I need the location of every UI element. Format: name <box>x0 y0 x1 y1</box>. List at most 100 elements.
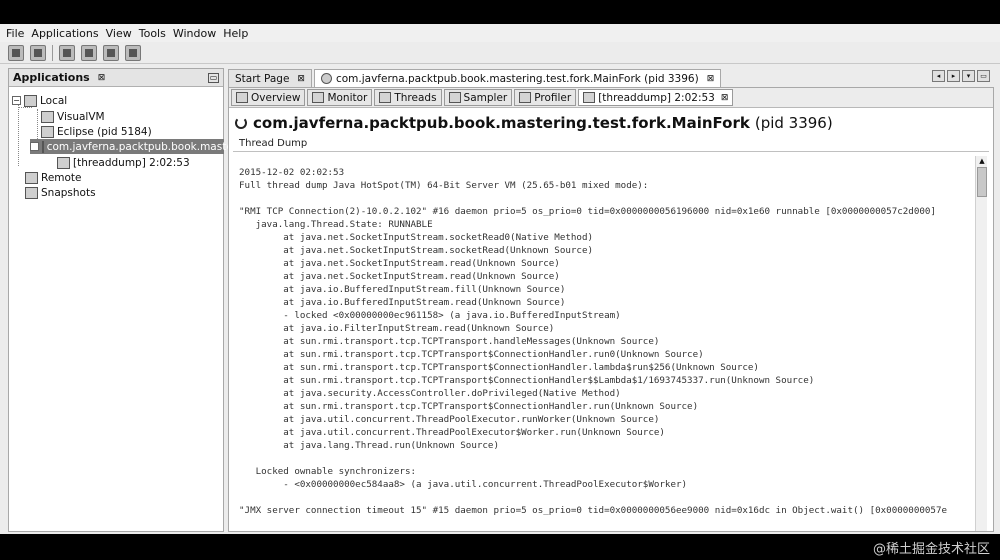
tab-threads[interactable]: Threads <box>374 89 442 106</box>
tree-item-eclipse[interactable]: Eclipse (pid 5184) <box>41 124 152 139</box>
tab-overview[interactable]: Overview <box>231 89 306 106</box>
document-tabs: Start Page ⊠ com.javferna.packtpub.book.… <box>228 68 994 87</box>
tab-label: Monitor <box>327 91 368 104</box>
close-icon[interactable]: ⊠ <box>721 93 729 103</box>
thread-dump-line: "RMI TCP Connection(2)-10.0.2.102" #16 d… <box>239 206 936 217</box>
tree-item-label: Eclipse (pid 5184) <box>57 125 152 138</box>
menu-view[interactable]: View <box>106 27 132 40</box>
add-jmx-icon[interactable] <box>81 44 97 61</box>
visualvm-window: File Applications View Tools Window Help… <box>0 24 1000 534</box>
thread-dump-line: "JMX server connection timeout 15" #15 d… <box>239 505 948 516</box>
computer-icon <box>24 94 37 107</box>
tree-item-local[interactable]: − Local <box>12 93 67 108</box>
toolbar <box>0 42 1000 64</box>
menu-file[interactable]: File <box>6 27 24 40</box>
sampler-icon <box>448 92 461 103</box>
vertical-scrollbar[interactable]: ▲ <box>975 156 987 531</box>
page-title: com.javferna.packtpub.book.mastering.tes… <box>235 114 833 132</box>
collapse-icon[interactable]: − <box>12 96 21 105</box>
maximize-icon[interactable]: ▭ <box>977 70 990 82</box>
thread-dump-line: - locked <0x00000000ec961158> (a java.io… <box>239 310 621 321</box>
document-content: Overview Monitor Threads Sampler Profile… <box>228 87 994 532</box>
thread-dump-line: at sun.rmi.transport.tcp.TCPTransport$Co… <box>239 375 815 386</box>
thread-dump-line: at java.security.AccessController.doPriv… <box>239 388 621 399</box>
heapdump-icon[interactable] <box>103 44 119 61</box>
menu-bar: File Applications View Tools Window Help <box>0 24 1000 42</box>
tab-mainfork[interactable]: com.javferna.packtpub.book.mastering.tes… <box>313 69 722 87</box>
thread-dump-line <box>239 192 971 205</box>
thread-dump-line: Locked ownable synchronizers: <box>239 466 417 477</box>
menu-help[interactable]: Help <box>223 27 248 40</box>
tree-item-snapshots[interactable]: Snapshots <box>25 185 96 200</box>
tab-label: [threaddump] 2:02:53 <box>598 91 715 104</box>
tab-sampler[interactable]: Sampler <box>443 89 513 106</box>
applications-panel: Applications ⊠ ▭ − Local VisualVM Eclips… <box>8 68 267 532</box>
applications-panel-title: Applications <box>13 71 90 84</box>
profiler-icon <box>519 92 532 103</box>
menu-applications[interactable]: Applications <box>31 27 98 40</box>
tab-start-page[interactable]: Start Page ⊠ <box>228 69 312 87</box>
java-application-icon <box>320 73 332 84</box>
minimize-icon[interactable]: ▭ <box>208 72 219 83</box>
tree-line <box>18 99 19 166</box>
thread-dump-line: - <0x00000000ec584aa8> (a java.util.conc… <box>239 479 688 490</box>
add-application-icon[interactable] <box>59 44 75 61</box>
threads-icon <box>379 92 392 103</box>
thread-dump-line: Full thread dump Java HotSpot(TM) 64-Bit… <box>239 180 649 191</box>
application-icon <box>41 125 54 138</box>
thread-dump-line: at sun.rmi.transport.tcp.TCPTransport$Co… <box>239 362 759 373</box>
application-icon <box>41 110 54 123</box>
close-icon[interactable]: ⊠ <box>297 74 305 84</box>
thread-dump-line: at java.net.SocketInputStream.socketRead… <box>239 232 594 243</box>
tree-item-label: Remote <box>41 171 82 184</box>
thread-dump-line <box>239 491 971 504</box>
monitor-icon <box>312 92 325 103</box>
close-icon[interactable]: ⊠ <box>98 73 106 83</box>
tab-label: com.javferna.packtpub.book.mastering.tes… <box>335 72 699 85</box>
tab-label: Profiler <box>534 91 572 104</box>
tab-threaddump[interactable]: [threaddump] 2:02:53 ⊠ <box>578 89 734 106</box>
load-icon[interactable] <box>8 44 24 61</box>
tree-item-remote[interactable]: Remote <box>25 170 82 185</box>
tree-item-label: [threaddump] 2:02:53 <box>73 156 190 169</box>
close-icon[interactable]: ⊠ <box>707 74 715 84</box>
thread-dump-line: at java.io.BufferedInputStream.fill(Unkn… <box>239 284 566 295</box>
applications-panel-header: Applications ⊠ ▭ <box>9 69 223 87</box>
tab-profiler[interactable]: Profiler <box>514 89 577 106</box>
thread-dump-line: at java.net.SocketInputStream.read(Unkno… <box>239 258 560 269</box>
threaddump-icon <box>57 156 70 169</box>
thread-dump-line: at java.lang.Thread.run(Unknown Source) <box>239 440 499 451</box>
scroll-left-icon[interactable]: ◂ <box>932 70 945 82</box>
menu-window[interactable]: Window <box>173 27 216 40</box>
thread-dump-text[interactable]: 2015-12-02 02:02:53 Full thread dump Java… <box>233 156 971 531</box>
tab-label: Overview <box>251 91 301 104</box>
thread-dump-line <box>239 452 971 465</box>
thread-dump-line: at java.net.SocketInputStream.read(Unkno… <box>239 271 560 282</box>
tab-label: Sampler <box>463 91 508 104</box>
overview-icon <box>236 92 248 103</box>
toolbar-separator <box>52 44 53 61</box>
tab-list-icon[interactable]: ▾ <box>962 70 975 82</box>
save-icon[interactable] <box>30 44 46 61</box>
threaddump-icon[interactable] <box>125 44 141 61</box>
scroll-right-icon[interactable]: ▸ <box>947 70 960 82</box>
watermark: @稀土掘金技术社区 <box>872 542 990 557</box>
thread-dump-line: 2015-12-02 02:02:53 <box>239 167 345 178</box>
tree-item-threaddump[interactable]: [threaddump] 2:02:53 <box>57 155 190 170</box>
tab-label: Threads <box>394 91 437 104</box>
tree-item-visualvm[interactable]: VisualVM <box>41 109 105 124</box>
document-area: Start Page ⊠ com.javferna.packtpub.book.… <box>228 68 994 532</box>
thread-dump-line: at sun.rmi.transport.tcp.TCPTransport$Co… <box>239 401 699 412</box>
scroll-up-icon[interactable]: ▲ <box>976 156 988 166</box>
collapse-icon[interactable]: − <box>30 142 39 151</box>
thread-dump-line: at java.util.concurrent.ThreadPoolExecut… <box>239 427 665 438</box>
tree-item-label: Snapshots <box>41 186 96 199</box>
threaddump-icon <box>583 92 596 103</box>
java-application-icon <box>41 140 44 153</box>
scrollbar-thumb[interactable] <box>977 167 987 197</box>
menu-tools[interactable]: Tools <box>139 27 166 40</box>
section-label: Thread Dump <box>233 136 989 152</box>
thread-dump-line: at java.net.SocketInputStream.socketRead… <box>239 245 594 256</box>
tree-item-mainfork[interactable]: − com.javferna.packtpub.book.mastering.t… <box>30 139 267 154</box>
tab-monitor[interactable]: Monitor <box>307 89 373 106</box>
